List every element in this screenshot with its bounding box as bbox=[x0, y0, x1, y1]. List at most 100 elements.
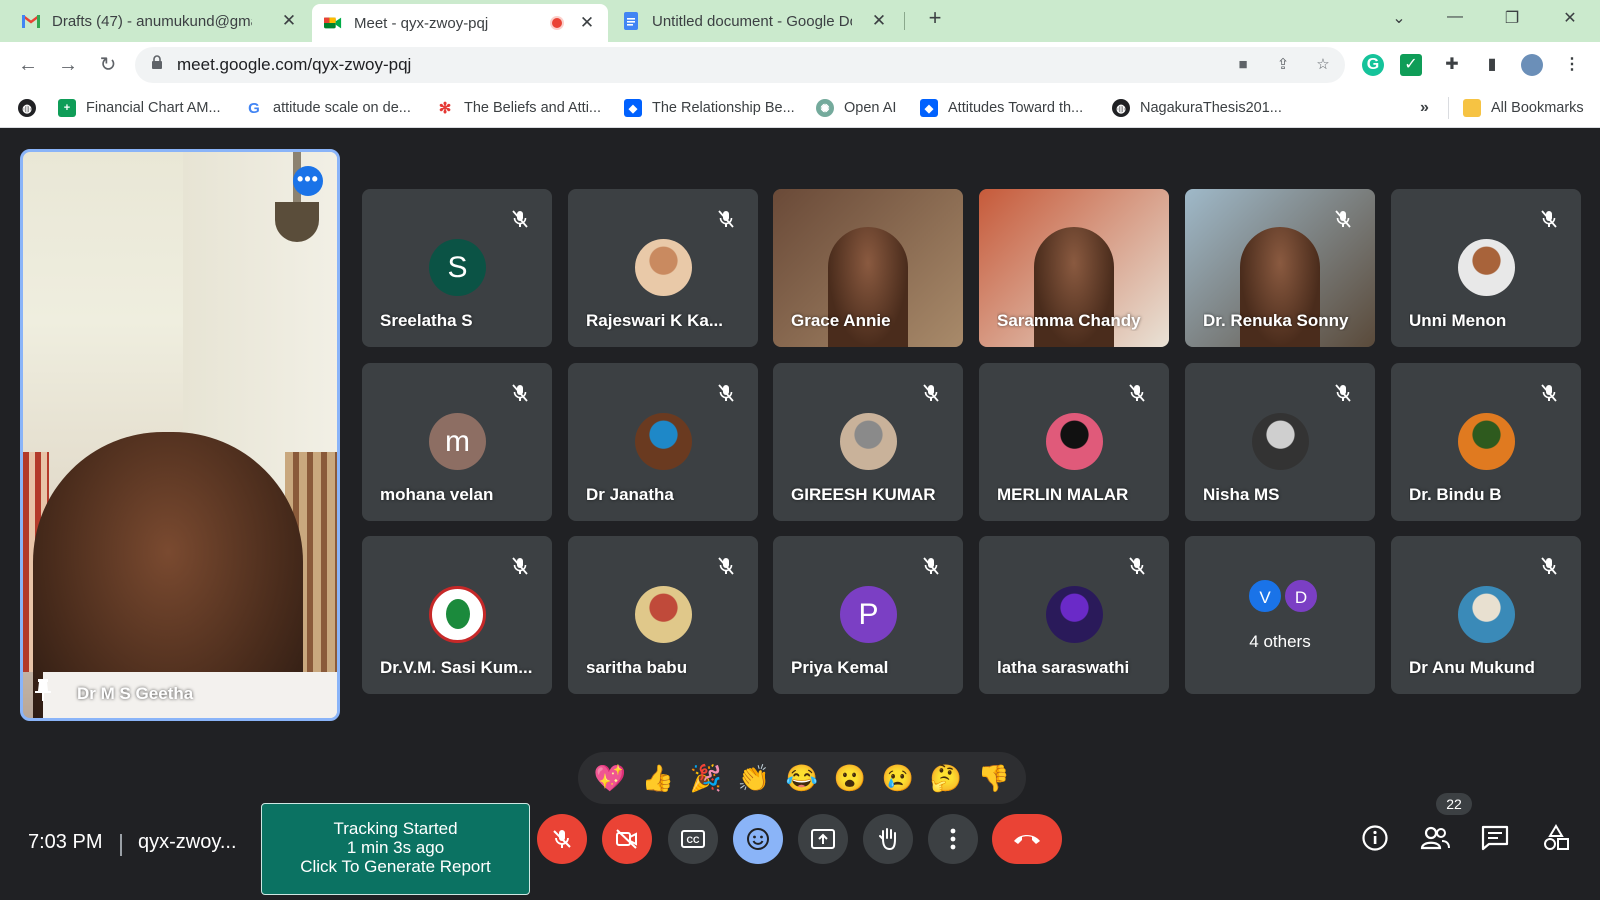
minimize-icon[interactable]: — bbox=[1440, 8, 1470, 26]
participant-tile[interactable]: Nisha MS bbox=[1185, 363, 1375, 521]
bookmark-star-icon[interactable]: ☆ bbox=[1313, 55, 1333, 75]
mic-muted-icon bbox=[510, 383, 532, 405]
share-icon[interactable]: ⇪ bbox=[1273, 55, 1293, 75]
participant-tile[interactable]: Dr.V.M. Sasi Kum... bbox=[362, 536, 552, 694]
reactions-bar: 💖 👍 🎉 👏 😂 😮 😢 🤔 👎 bbox=[578, 752, 1026, 804]
bookmark-item[interactable]: ◆ The Relationship Be... bbox=[624, 88, 795, 128]
heart-icon[interactable]: 💖 bbox=[592, 760, 628, 796]
bookmark-item[interactable]: ✻ The Beliefs and Atti... bbox=[436, 88, 601, 128]
participant-tile[interactable]: P Priya Kemal bbox=[773, 536, 963, 694]
tracking-report-button[interactable]: Tracking Started 1 min 3s ago Click To G… bbox=[261, 803, 530, 895]
clap-icon[interactable]: 👏 bbox=[736, 760, 772, 796]
lock-icon[interactable] bbox=[147, 55, 167, 75]
participant-tile[interactable]: Dr Janatha bbox=[568, 363, 758, 521]
tab-search-icon[interactable]: ⌄ bbox=[1384, 8, 1414, 28]
meeting-code[interactable]: qyx-zwoy... bbox=[138, 822, 237, 862]
activities-button[interactable] bbox=[1539, 821, 1573, 855]
participant-tile[interactable]: Dr Anu Mukund bbox=[1391, 536, 1581, 694]
camera-icon[interactable]: ■ bbox=[1233, 55, 1253, 75]
thumbs-down-icon[interactable]: 👎 bbox=[976, 760, 1012, 796]
avatar bbox=[1252, 413, 1309, 470]
present-screen-button[interactable] bbox=[798, 814, 848, 864]
participant-name: Priya Kemal bbox=[791, 658, 889, 677]
party-icon[interactable]: 🎉 bbox=[688, 760, 724, 796]
bookmark-item[interactable]: G attitude scale on de... bbox=[245, 88, 411, 128]
participant-tile[interactable]: GIREESH KUMAR bbox=[773, 363, 963, 521]
forward-icon[interactable]: → bbox=[54, 51, 82, 79]
bookmark-label: Attitudes Toward th... bbox=[948, 100, 1084, 116]
grammarly-icon[interactable]: G bbox=[1362, 54, 1384, 76]
tab-gmail[interactable]: Drafts (47) - anumukund@gmail ✕ bbox=[10, 0, 310, 42]
close-icon[interactable]: ✕ bbox=[280, 11, 298, 31]
close-window-icon[interactable]: ✕ bbox=[1555, 8, 1585, 28]
participant-tile[interactable]: Unni Menon bbox=[1391, 189, 1581, 347]
chat-icon bbox=[1481, 825, 1509, 851]
back-icon[interactable]: ← bbox=[14, 51, 42, 79]
meeting-details-button[interactable] bbox=[1358, 821, 1392, 855]
participant-tile[interactable]: Saramma Chandy bbox=[979, 189, 1169, 347]
recording-icon bbox=[550, 16, 564, 30]
tab-title: Meet - qyx-zwoy-pqj bbox=[354, 14, 489, 32]
bookmarks-overflow-icon[interactable]: » bbox=[1420, 88, 1429, 128]
mic-muted-icon bbox=[1539, 556, 1561, 578]
participant-tile[interactable]: MERLIN MALAR bbox=[979, 363, 1169, 521]
more-options-button[interactable] bbox=[928, 814, 978, 864]
bookmark-item[interactable]: ◍ NagakuraThesis201... bbox=[1112, 88, 1282, 128]
side-panel-icon[interactable]: ▮ bbox=[1481, 54, 1503, 76]
extensions-puzzle-icon[interactable]: ✚ bbox=[1441, 54, 1463, 76]
sad-icon[interactable]: 😢 bbox=[880, 760, 916, 796]
participant-tile[interactable]: VD4 others bbox=[1185, 536, 1375, 694]
bookmark-item[interactable]: + Financial Chart AM... bbox=[58, 88, 221, 128]
chat-button[interactable] bbox=[1478, 821, 1512, 855]
address-bar[interactable]: meet.google.com/qyx-zwoy-pqj ■ ⇪ ☆ bbox=[135, 47, 1345, 83]
participant-tile[interactable]: saritha babu bbox=[568, 536, 758, 694]
pinned-participant-video[interactable]: ••• Dr M S Geetha bbox=[20, 149, 340, 721]
chrome-menu-icon[interactable]: ⋮ bbox=[1561, 54, 1583, 76]
people-button[interactable] bbox=[1418, 821, 1452, 855]
participant-tile[interactable]: Dr. Renuka Sonny bbox=[1185, 189, 1375, 347]
all-bookmarks[interactable]: All Bookmarks bbox=[1448, 88, 1584, 128]
participant-tile[interactable]: Dr. Bindu B bbox=[1391, 363, 1581, 521]
participant-tile[interactable]: Rajeswari K Ka... bbox=[568, 189, 758, 347]
bookmark-label: The Beliefs and Atti... bbox=[464, 100, 602, 116]
thinking-icon[interactable]: 🤔 bbox=[928, 760, 964, 796]
participant-count-badge: 22 bbox=[1436, 793, 1472, 815]
google-icon: G bbox=[248, 99, 260, 117]
tab-docs[interactable]: Untitled document - Google Docs ✕ bbox=[610, 0, 900, 42]
new-tab-icon[interactable]: + bbox=[920, 5, 950, 31]
participant-name: Unni Menon bbox=[1409, 311, 1507, 330]
profile-avatar[interactable] bbox=[1521, 54, 1543, 76]
reactions-button[interactable] bbox=[733, 814, 783, 864]
reload-icon[interactable]: ↻ bbox=[94, 51, 122, 79]
restore-icon[interactable]: ❐ bbox=[1497, 8, 1527, 28]
captions-button[interactable]: CC bbox=[668, 814, 718, 864]
more-vertical-icon bbox=[950, 828, 956, 850]
bookmark-item[interactable]: ✺ Open AI bbox=[816, 88, 896, 128]
leave-call-button[interactable] bbox=[992, 814, 1062, 864]
others-avatars: VD bbox=[1247, 578, 1319, 614]
laugh-icon[interactable]: 😂 bbox=[784, 760, 820, 796]
tab-meet[interactable]: Meet - qyx-zwoy-pqj ✕ bbox=[312, 4, 608, 42]
info-icon bbox=[1362, 825, 1388, 851]
more-options-icon[interactable]: ••• bbox=[293, 166, 323, 196]
close-icon[interactable]: ✕ bbox=[870, 11, 888, 31]
close-icon[interactable]: ✕ bbox=[578, 13, 596, 33]
participant-tile[interactable]: S Sreelatha S bbox=[362, 189, 552, 347]
tab-strip: Drafts (47) - anumukund@gmail ✕ Meet - q… bbox=[0, 0, 1600, 42]
thumbs-up-icon[interactable]: 👍 bbox=[640, 760, 676, 796]
bookmark-item[interactable]: ◆ Attitudes Toward th... bbox=[920, 88, 1083, 128]
participant-tile[interactable]: Grace Annie bbox=[773, 189, 963, 347]
microphone-toggle-button[interactable] bbox=[537, 814, 587, 864]
extension-check-icon[interactable]: ✓ bbox=[1400, 54, 1422, 76]
surprised-icon[interactable]: 😮 bbox=[832, 760, 868, 796]
participant-tile[interactable]: m mohana velan bbox=[362, 363, 552, 521]
pin-icon[interactable] bbox=[35, 679, 51, 706]
participant-tile[interactable]: latha saraswathi bbox=[979, 536, 1169, 694]
tracker-line: 1 min 3s ago bbox=[346, 838, 445, 857]
sheets-icon: + bbox=[58, 99, 76, 117]
bookmark-item[interactable]: ◍ bbox=[18, 88, 46, 128]
camera-toggle-button[interactable] bbox=[602, 814, 652, 864]
folder-icon bbox=[1463, 99, 1481, 117]
raise-hand-button[interactable] bbox=[863, 814, 913, 864]
participant-name: Dr Anu Mukund bbox=[1409, 658, 1535, 677]
